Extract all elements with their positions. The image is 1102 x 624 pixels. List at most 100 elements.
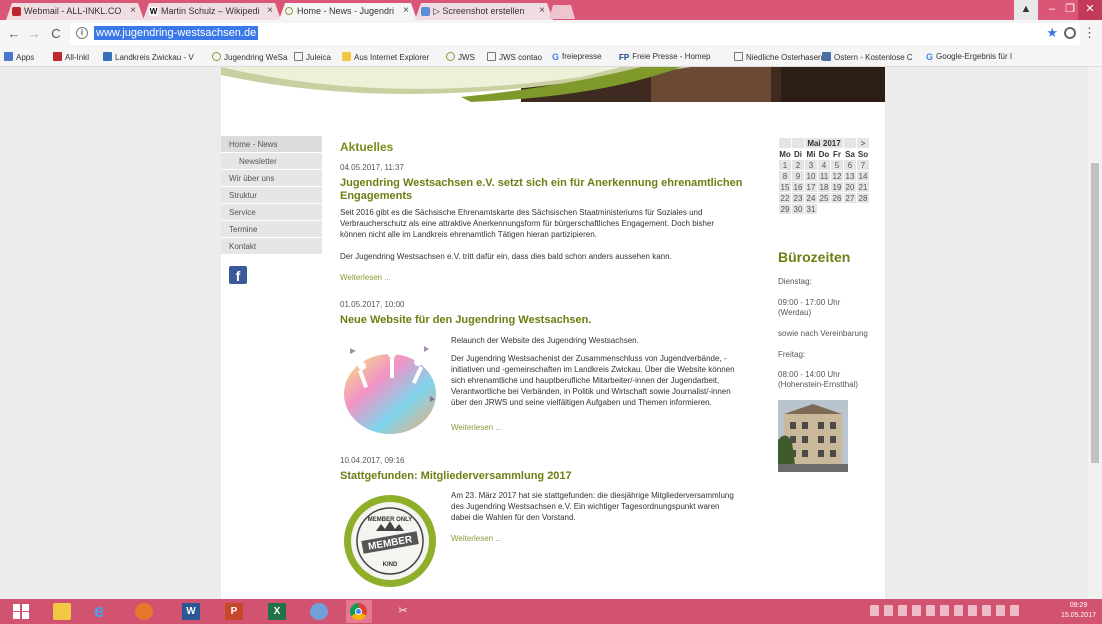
calendar-day[interactable]: 9 [791, 170, 805, 182]
tab-wikipedia[interactable]: W Martin Schulz – Wikipedi × [143, 3, 281, 20]
back-arrow-icon[interactable]: ← [6, 26, 22, 42]
close-icon[interactable]: × [267, 5, 273, 16]
bookmark-google[interactable]: G Google-Ergebnis für I [926, 52, 1012, 62]
calendar-day[interactable]: 23 [791, 192, 805, 204]
vertical-scrollbar[interactable] [1088, 67, 1102, 599]
tab-webmail[interactable]: Webmail - ALL-INKL.CO × [6, 3, 144, 20]
calendar-day[interactable]: 21 [856, 181, 870, 193]
calendar-day[interactable]: 1 [778, 159, 792, 171]
taskbar-clock[interactable]: 09:29 15.05.2017 [1061, 601, 1096, 621]
nav-newsletter[interactable]: Newsletter [221, 153, 322, 170]
calendar-day[interactable]: 17 [804, 181, 818, 193]
calendar-day[interactable]: 27 [843, 192, 857, 204]
calendar-day[interactable]: 28 [856, 192, 870, 204]
article-title-line[interactable]: Engagements [340, 190, 760, 203]
nav-home-news[interactable]: Home - News [221, 136, 322, 153]
tab-jugendring[interactable]: Home - News - Jugendri × [279, 3, 417, 20]
calendar-day[interactable]: 20 [843, 181, 857, 193]
powerpoint-icon[interactable]: P [225, 603, 243, 620]
calendar-day[interactable]: 11 [817, 170, 831, 182]
app-icon[interactable] [310, 603, 328, 620]
chrome-taskbar-button[interactable] [346, 600, 372, 623]
bookmark-allinkl[interactable]: All-Inkl [53, 52, 89, 62]
calendar-day[interactable]: 26 [830, 192, 844, 204]
read-more-link[interactable]: Weiterlesen ... [451, 423, 502, 432]
tray-icon[interactable] [870, 605, 879, 616]
bookmark-freie-presse[interactable]: FP Freie Presse - Homep [619, 52, 710, 62]
nav-wir-ueber-uns[interactable]: Wir über uns [221, 170, 322, 187]
firefox-icon[interactable] [135, 603, 153, 620]
calendar-day[interactable]: 31 [804, 203, 818, 215]
bookmark-landkreis[interactable]: Landkreis Zwickau - V [103, 52, 194, 62]
bookmark-ostern[interactable]: Ostern - Kostenlose C [822, 52, 913, 62]
nav-service[interactable]: Service [221, 204, 322, 221]
calendar-day[interactable]: 13 [843, 170, 857, 182]
tray-icon[interactable] [884, 605, 893, 616]
bookmark-freiepresse[interactable]: Gfreiepresse [552, 52, 602, 62]
info-icon[interactable]: i [76, 27, 88, 39]
read-more-link[interactable]: Weiterlesen ... [340, 273, 391, 282]
calendar-day[interactable]: 6 [843, 159, 857, 171]
extension-icon[interactable] [1064, 27, 1076, 39]
calendar-day[interactable]: 10 [804, 170, 818, 182]
calendar-day[interactable]: 24 [804, 192, 818, 204]
forward-arrow-icon[interactable]: → [26, 26, 42, 42]
tray-icon[interactable] [926, 605, 935, 616]
article-title[interactable]: Stattgefunden: Mitgliederversammlung 201… [340, 470, 572, 483]
browser-menu-icon[interactable]: ⋮ [1083, 25, 1096, 41]
address-bar[interactable]: i www.jugendring-westsachsen.de ★ [70, 23, 1080, 45]
network-icon[interactable] [954, 605, 963, 616]
snipping-tool-icon[interactable]: ✂ [394, 603, 412, 620]
calendar-day[interactable]: 16 [791, 181, 805, 193]
calendar-day[interactable]: 14 [856, 170, 870, 182]
word-icon[interactable]: W [182, 603, 200, 620]
calendar-day[interactable]: 29 [778, 203, 792, 215]
speaker-icon[interactable] [1010, 605, 1019, 616]
internet-explorer-icon[interactable]: e [94, 602, 112, 620]
article-title-line[interactable]: Jugendring Westsachsen e.V. setzt sich e… [340, 177, 760, 190]
bookmark-apps[interactable]: Apps [4, 52, 34, 62]
bookmark-ie[interactable]: Aus Internet Explorer [342, 52, 429, 62]
tab-screenshot[interactable]: ▷ Screenshot erstellen × [415, 3, 553, 20]
battery-icon[interactable] [996, 605, 1005, 616]
calendar-day[interactable]: 4 [817, 159, 831, 171]
nav-struktur[interactable]: Struktur [221, 187, 322, 204]
bookmark-juleica[interactable]: Juleica [294, 52, 331, 62]
close-icon[interactable]: × [130, 5, 136, 16]
network-status-icon[interactable] [982, 605, 991, 616]
nav-termine[interactable]: Termine [221, 221, 322, 238]
calendar-day[interactable]: 25 [817, 192, 831, 204]
bookmark-jws[interactable]: JWS [446, 52, 475, 62]
calendar-day[interactable]: 18 [817, 181, 831, 193]
excel-icon[interactable]: X [268, 603, 286, 620]
calendar-day[interactable]: 7 [856, 159, 870, 171]
file-explorer-icon[interactable] [53, 603, 71, 620]
calendar-day[interactable]: 30 [791, 203, 805, 215]
bookmark-jugendring[interactable]: Jugendring WeSa [212, 52, 287, 62]
tray-icon[interactable] [940, 605, 949, 616]
facebook-icon[interactable]: f [229, 266, 247, 284]
calendar-day[interactable]: 19 [830, 181, 844, 193]
close-icon[interactable]: × [403, 5, 409, 16]
bookmark-jws-contao[interactable]: JWS contao [487, 52, 542, 62]
calendar-day[interactable]: 22 [778, 192, 792, 204]
calendar-day[interactable]: 3 [804, 159, 818, 171]
calendar-day[interactable]: 8 [778, 170, 792, 182]
nav-kontakt[interactable]: Kontakt [221, 238, 322, 255]
scrollbar-thumb[interactable] [1091, 163, 1099, 463]
url-text[interactable]: www.jugendring-westsachsen.de [94, 26, 259, 40]
windows-start-icon[interactable] [12, 603, 30, 620]
article-title[interactable]: Neue Website für den Jugendring Westsach… [340, 314, 591, 327]
new-tab-button[interactable] [549, 5, 575, 19]
calendar-day[interactable]: 12 [830, 170, 844, 182]
calendar-day[interactable]: 15 [778, 181, 792, 193]
tray-icon[interactable] [912, 605, 921, 616]
calendar-next-button[interactable]: > [856, 137, 870, 149]
calendar-day[interactable]: 2 [791, 159, 805, 171]
close-icon[interactable]: × [539, 5, 545, 16]
bookmark-osterhasen[interactable]: Niedliche Osterhasen [734, 52, 822, 62]
close-window-icon[interactable]: ✕ [1078, 0, 1102, 20]
flag-icon[interactable] [968, 605, 977, 616]
read-more-link[interactable]: Weiterlesen ... [451, 534, 502, 543]
article-title[interactable]: Jugendring Westsachsen e.V. setzt sich e… [340, 177, 760, 203]
